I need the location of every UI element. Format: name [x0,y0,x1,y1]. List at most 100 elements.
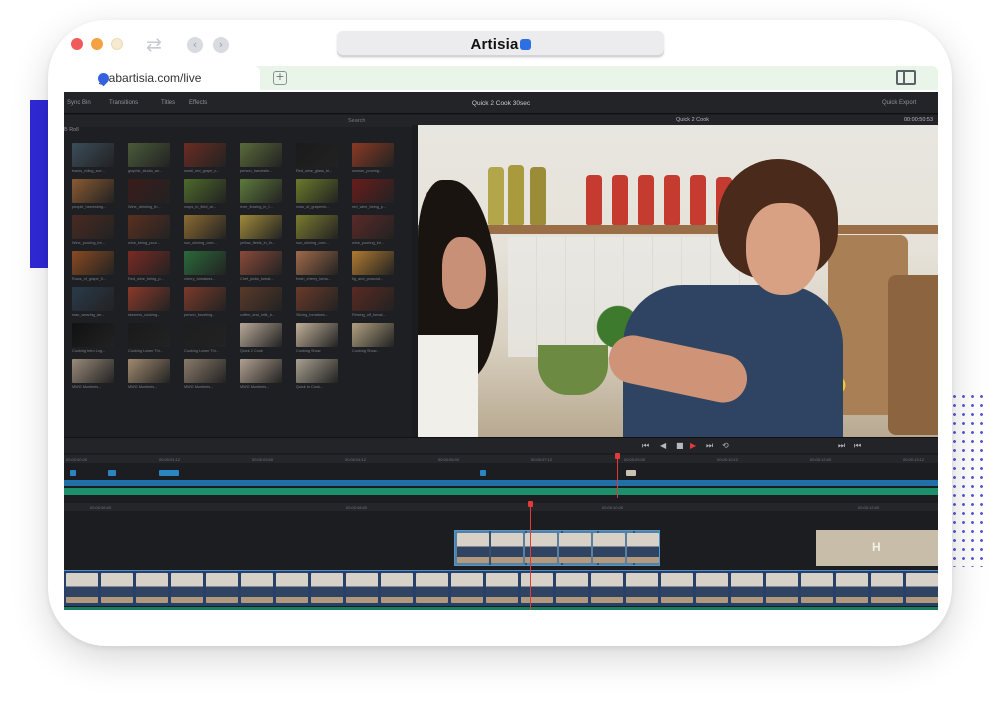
media-thumbnail[interactable] [184,179,226,203]
media-thumbnail[interactable] [72,359,114,383]
loop-icon[interactable]: ⟲ [722,441,729,450]
address-bar[interactable]: Artisia [337,31,664,57]
media-thumbnail[interactable] [296,251,338,275]
media-thumbnail-label: person_brushing... [184,313,216,317]
media-thumbnail[interactable] [128,323,170,347]
media-thumbnail[interactable] [352,287,394,311]
media-thumbnail[interactable] [128,251,170,275]
media-thumbnail-label: small_red_grape_c... [184,169,220,173]
media-thumbnail[interactable] [72,179,114,203]
media-thumbnail[interactable] [296,359,338,383]
media-thumbnail[interactable] [128,215,170,239]
media-thumbnail[interactable] [240,179,282,203]
media-thumbnail-label: wine_being_pour... [128,241,160,245]
mini-video-track[interactable] [64,480,938,486]
clip-frame [731,573,763,603]
media-thumbnail-label: Chef_picks_tomat... [240,277,274,281]
media-thumbnail-label: yellow_fields_in_th... [240,241,276,245]
viewer-clip-name[interactable]: Quick 2 Cook [676,117,709,123]
media-thumbnail[interactable] [352,143,394,167]
transport-controls: ⏮ ◀ ■ ▶ ⏭ ⟲ ⏭ ⏮ [64,437,938,453]
prev-edit-icon[interactable]: ⏭ [838,441,845,451]
media-thumbnail[interactable] [352,251,394,275]
skip-back-icon[interactable]: ⏮ [642,441,649,451]
mini-playhead-handle[interactable] [615,453,620,459]
media-thumbnail[interactable] [128,287,170,311]
mini-audio-track[interactable] [64,488,938,495]
brand-logo: Artisia [470,36,531,53]
clip-frame [906,573,938,603]
video-clip-track-1[interactable] [64,570,938,606]
forward-icon[interactable]: › [213,37,229,53]
video-clip-track-2[interactable] [454,530,660,566]
new-tab-icon[interactable]: + [273,71,287,85]
media-thumbnail[interactable] [184,359,226,383]
step-back-icon[interactable]: ◀ [660,441,666,450]
media-thumbnail[interactable] [184,323,226,347]
ruler-timecode: 00:00:06:00 [438,456,460,462]
close-window-button[interactable] [71,38,83,50]
media-thumbnail[interactable] [240,287,282,311]
mini-clip[interactable] [70,470,76,476]
ruler-timecode: 00:00:12:00 [858,504,880,510]
mini-clip[interactable] [159,470,179,476]
media-thumbnail[interactable] [72,215,114,239]
minimize-window-button[interactable] [91,38,103,50]
main-playhead-handle[interactable] [528,501,533,507]
media-thumbnail-label: Cooking Lower Thi... [184,349,219,353]
media-thumbnail-label: Cooking Show... [352,349,380,353]
next-edit-icon[interactable]: ⏮ [854,441,861,451]
mini-timeline-ruler[interactable]: 00:00:00:00 00:00:01:12 00:00:03:00 00:00:0… [64,455,938,463]
media-thumbnail[interactable] [184,251,226,275]
media-thumbnail[interactable] [296,215,338,239]
media-thumbnail[interactable] [128,143,170,167]
media-thumbnail[interactable] [128,179,170,203]
media-thumbnail[interactable] [296,287,338,311]
main-timeline-ruler[interactable]: 00:00:06:00 00:00:08:00 00:00:10:00 00:00:1… [64,503,938,511]
title-clip[interactable]: H [816,530,938,566]
media-thumbnail[interactable] [296,323,338,347]
media-thumbnail[interactable] [184,215,226,239]
mini-clip[interactable] [626,470,636,476]
media-thumbnail[interactable] [240,359,282,383]
clip-frame [593,533,625,563]
skip-forward-icon[interactable]: ⏭ [706,441,713,451]
media-thumbnail[interactable] [352,323,394,347]
media-thumbnail[interactable] [184,287,226,311]
media-thumbnail[interactable] [72,143,114,167]
ruler-timecode: 00:00:06:00 [90,504,112,510]
media-thumbnail[interactable] [240,215,282,239]
mini-clip[interactable] [108,470,116,476]
media-thumbnail[interactable] [72,251,114,275]
media-thumbnail-label: Quick 2 Cook [240,349,263,353]
search-button[interactable]: Search [348,118,365,124]
reload-icon[interactable]: ⇄ [146,34,162,56]
media-thumbnail[interactable] [128,359,170,383]
media-thumbnail[interactable] [240,143,282,167]
media-thumbnail[interactable] [72,323,114,347]
audio-track-strip[interactable] [64,607,938,610]
maximize-window-button[interactable] [111,38,123,50]
media-thumbnail[interactable] [352,179,394,203]
quick-export-button[interactable]: Quick Export [882,100,916,106]
mini-clip[interactable] [480,470,486,476]
tab-url: grabartisia.com/live [98,71,202,85]
media-thumbnail[interactable] [240,251,282,275]
media-thumbnail[interactable] [296,143,338,167]
play-icon[interactable]: ▶ [690,441,696,450]
tab-active[interactable]: grabartisia.com/live [64,66,260,90]
clip-frame [346,573,378,603]
stop-icon[interactable]: ■ [676,441,684,450]
media-thumbnail[interactable] [184,143,226,167]
back-icon[interactable]: ‹ [187,37,203,53]
decorative-accent-bar [30,100,48,268]
media-thumbnail[interactable] [352,215,394,239]
sidebar-toggle-icon[interactable] [896,70,916,85]
clip-frame [871,573,903,603]
main-playhead[interactable] [530,503,531,610]
media-thumbnail[interactable] [72,287,114,311]
media-thumbnail[interactable] [296,179,338,203]
clip-frame [486,573,518,603]
mini-playhead[interactable] [617,453,618,498]
media-thumbnail[interactable] [240,323,282,347]
